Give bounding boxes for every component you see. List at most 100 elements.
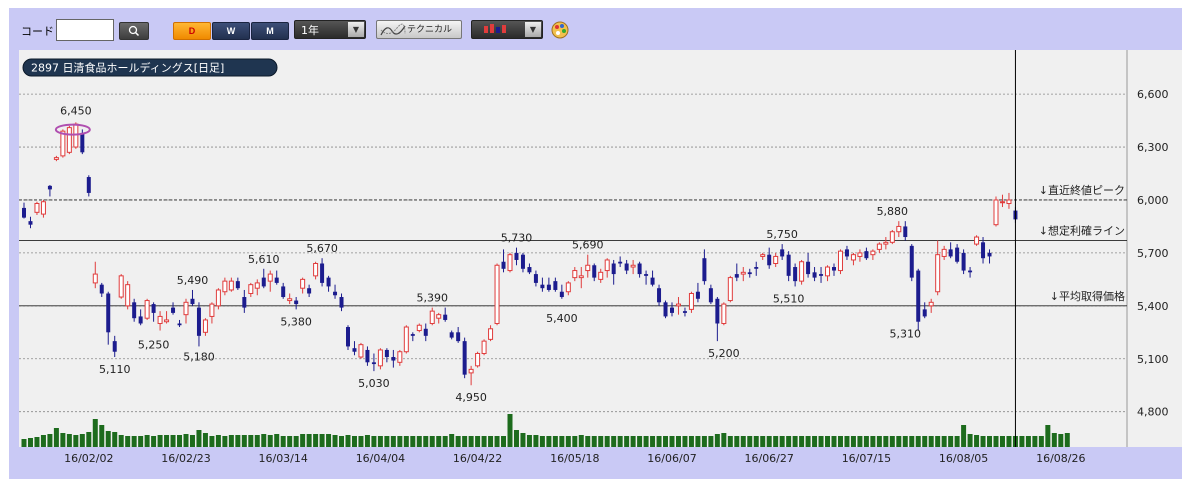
volume-bar xyxy=(131,436,137,447)
volume-bar xyxy=(339,436,345,447)
candle-body xyxy=(773,255,779,264)
candle-body xyxy=(346,327,350,347)
volume-bar xyxy=(805,436,811,447)
candle-body xyxy=(307,288,312,294)
candle-body xyxy=(144,300,150,319)
candle-body xyxy=(281,286,286,298)
candle-body xyxy=(254,282,260,289)
volume-bar xyxy=(870,436,876,447)
volume-bar xyxy=(507,414,513,447)
volume-bar xyxy=(714,434,720,447)
candle-body xyxy=(780,249,785,257)
candle-body xyxy=(333,291,338,296)
volume-bar xyxy=(779,436,785,447)
search-button[interactable] xyxy=(119,22,149,40)
candle-body xyxy=(138,316,143,324)
volume-bar xyxy=(513,430,519,447)
candle-body xyxy=(715,298,720,324)
volume-bar xyxy=(164,435,170,447)
volume-bar xyxy=(786,436,792,447)
period-monthly-button[interactable]: M xyxy=(251,22,289,40)
period-weekly-button[interactable]: W xyxy=(212,22,250,40)
y-tick-label: 6,600 xyxy=(1137,88,1169,101)
candle-body xyxy=(202,319,208,333)
price-annotation: 5,690 xyxy=(572,239,604,252)
volume-bar xyxy=(1051,433,1057,447)
price-annotation: 5,510 xyxy=(773,292,805,305)
candle-body xyxy=(92,273,98,284)
code-input[interactable] xyxy=(56,19,114,41)
candle-body xyxy=(403,326,409,353)
candle-body xyxy=(941,248,947,257)
volume-bar xyxy=(598,436,604,447)
volume-bar xyxy=(578,435,584,447)
candle-body xyxy=(235,281,240,289)
candle-body xyxy=(883,241,889,245)
volume-bar xyxy=(364,435,370,447)
volume-bar xyxy=(209,436,215,447)
volume-bar xyxy=(403,436,409,447)
volume-bar xyxy=(436,436,442,447)
price-annotation: 5,250 xyxy=(138,338,170,351)
candle-body xyxy=(760,254,766,257)
candle-body xyxy=(125,284,131,307)
price-annotation: 5,670 xyxy=(306,242,338,255)
palette-icon[interactable] xyxy=(550,20,570,40)
candle-body xyxy=(987,252,992,257)
candle-body xyxy=(287,298,293,302)
volume-bar xyxy=(896,436,902,447)
candle-body xyxy=(657,288,662,303)
chart-type-select[interactable]: ▼ xyxy=(471,20,543,39)
candle-body xyxy=(974,236,980,245)
period-daily-button[interactable]: D xyxy=(173,22,211,40)
candle-body xyxy=(999,201,1005,204)
volume-bar xyxy=(876,436,882,447)
candle-body xyxy=(183,301,189,316)
y-tick-label: 6,000 xyxy=(1137,194,1169,207)
x-tick-label: 16/02/02 xyxy=(64,452,113,465)
range-select[interactable]: 1年 ▼ xyxy=(294,20,366,39)
volume-bar xyxy=(831,436,837,447)
candle-body xyxy=(889,231,895,243)
candle-body xyxy=(151,304,156,313)
candle-body xyxy=(47,185,52,190)
volume-bar xyxy=(701,436,707,447)
candle-body xyxy=(546,284,551,290)
volume-bar xyxy=(663,436,669,447)
technical-button[interactable]: テクニカル xyxy=(376,20,462,39)
candle-body xyxy=(650,277,655,285)
volume-bar xyxy=(287,436,293,447)
volume-bar xyxy=(999,436,1005,447)
volume-bar xyxy=(552,436,558,447)
range-select-value: 1年 xyxy=(301,24,319,37)
volume-bar xyxy=(844,436,850,447)
candle-body xyxy=(190,298,195,305)
volume-bar xyxy=(760,436,766,447)
volume-bar xyxy=(112,432,118,447)
candle-body xyxy=(928,301,934,307)
candle-body xyxy=(86,177,91,193)
price-annotation: 5,030 xyxy=(358,377,390,390)
chevron-down-icon: ▼ xyxy=(348,22,364,37)
volume-bar xyxy=(987,436,993,447)
x-tick-label: 16/06/07 xyxy=(647,452,696,465)
y-tick-label: 5,400 xyxy=(1137,300,1169,313)
price-annotation: 5,490 xyxy=(177,274,209,287)
code-label: コード xyxy=(21,25,54,38)
stock-chart[interactable]: ↓直近終値ピーク ↓想定利確ライン ↓平均取得価格 6,450 5,110 5,250 5… xyxy=(9,50,1182,480)
y-tick-label: 5,700 xyxy=(1137,247,1169,260)
volume-bar xyxy=(850,436,856,447)
candle-body xyxy=(611,263,616,275)
volume-bar xyxy=(928,436,934,447)
reference-line-label: ↓想定利確ライン xyxy=(1039,224,1125,238)
candle-body xyxy=(767,254,772,266)
candle-body xyxy=(948,249,953,257)
candle-body xyxy=(80,132,85,153)
volume-bar xyxy=(650,436,656,447)
volume-bar xyxy=(643,436,649,447)
volume-bar xyxy=(837,436,843,447)
volume-bar xyxy=(183,434,189,447)
candle-body xyxy=(501,261,506,269)
volume-bar xyxy=(740,436,746,447)
candlestick-icon xyxy=(484,24,506,33)
